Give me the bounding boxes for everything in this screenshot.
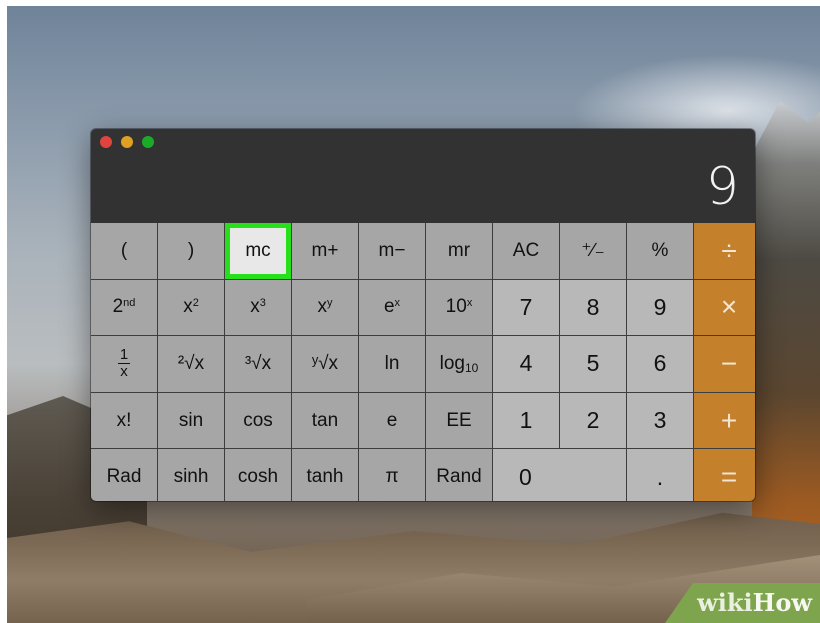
keypad: ( ) mc m+ m− mr AC ⁺∕₋ % ÷ 2nd x2 x3 xy … [91, 223, 755, 501]
key-plus-minus[interactable]: ⁺∕₋ [560, 223, 626, 279]
key-digit-7[interactable]: 7 [493, 279, 559, 336]
key-digit-2[interactable]: 2 [560, 392, 626, 449]
reciprocal-denominator: x [120, 363, 128, 381]
key-digit-6[interactable]: 6 [627, 336, 693, 392]
key-second-function[interactable]: 2nd [91, 279, 157, 336]
key-log10[interactable]: log 10 [426, 336, 492, 392]
key-rand[interactable]: Rand [426, 449, 492, 501]
key-x-cubed-base: x [250, 296, 260, 318]
zoom-button[interactable] [142, 136, 154, 148]
minimize-button[interactable] [121, 136, 133, 148]
key-x-cubed-sup: 3 [259, 297, 266, 310]
key-x-squared-base: x [183, 296, 193, 318]
key-ten-power-x-sup: x [466, 297, 473, 310]
key-x-cubed[interactable]: x3 [225, 279, 291, 336]
key-digit-5[interactable]: 5 [560, 336, 626, 392]
key-sinh[interactable]: sinh [158, 449, 224, 501]
key-e-power-x-sup: x [394, 297, 401, 310]
key-digit-9[interactable]: 9 [627, 279, 693, 336]
key-second-base: 2 [112, 296, 124, 318]
title-bar[interactable] [91, 129, 755, 155]
key-log-base: log [439, 352, 465, 374]
key-cosh[interactable]: cosh [225, 449, 291, 501]
watermark-part1: wiki [697, 588, 753, 617]
calculator-window: 9 ( ) mc m+ m− mr AC ⁺∕₋ % ÷ 2nd x2 x3 x… [91, 129, 755, 501]
key-x-power-y-sup: y [327, 297, 333, 310]
calculator-display: 9 [705, 157, 739, 217]
key-y-root[interactable]: ʸ√x [292, 336, 358, 392]
key-digit-0[interactable]: 0 [493, 449, 626, 501]
key-paren-close[interactable]: ) [158, 223, 224, 279]
key-equals[interactable]: = [694, 449, 755, 501]
key-square-root[interactable]: ²√x [158, 336, 224, 392]
key-paren-open[interactable]: ( [91, 223, 157, 279]
key-reciprocal[interactable]: 1 x [91, 336, 157, 392]
key-factorial[interactable]: x! [91, 392, 157, 449]
key-log-sub: 10 [465, 360, 479, 375]
watermark-part2: How [752, 588, 812, 617]
key-pi[interactable]: π [359, 449, 425, 501]
key-euler[interactable]: e [359, 392, 425, 449]
key-digit-1[interactable]: 1 [493, 392, 559, 449]
key-e-power-x-base: e [383, 296, 395, 318]
key-divide[interactable]: ÷ [694, 223, 755, 279]
key-ten-power-x[interactable]: 10 x [426, 279, 492, 336]
key-x-squared[interactable]: x2 [158, 279, 224, 336]
key-multiply[interactable]: × [694, 279, 755, 336]
key-tanh[interactable]: tanh [292, 449, 358, 501]
key-ten-power-x-base: 10 [445, 296, 467, 318]
key-rad[interactable]: Rad [91, 449, 157, 501]
reciprocal-numerator: 1 [117, 346, 131, 365]
key-digit-4[interactable]: 4 [493, 336, 559, 392]
key-memory-clear[interactable]: mc [225, 223, 291, 279]
key-minus[interactable]: − [694, 336, 755, 392]
key-sin[interactable]: sin [158, 392, 224, 449]
key-memory-subtract[interactable]: m− [359, 223, 425, 279]
key-natural-log[interactable]: ln [359, 336, 425, 392]
key-cos[interactable]: cos [225, 392, 291, 449]
key-digit-8[interactable]: 8 [560, 279, 626, 336]
key-percent[interactable]: % [627, 223, 693, 279]
key-plus[interactable]: + [694, 392, 755, 449]
key-all-clear[interactable]: AC [493, 223, 559, 279]
key-x-power-y-base: x [317, 296, 328, 318]
key-memory-add[interactable]: m+ [292, 223, 358, 279]
key-e-power-x[interactable]: ex [359, 279, 425, 336]
key-decimal[interactable]: . [627, 449, 693, 501]
key-x-power-y[interactable]: xy [292, 279, 358, 336]
key-tan[interactable]: tan [292, 392, 358, 449]
key-second-sup: nd [123, 297, 136, 310]
key-x-squared-sup: 2 [192, 297, 199, 310]
key-ee[interactable]: EE [426, 392, 492, 449]
key-memory-recall[interactable]: mr [426, 223, 492, 279]
close-button[interactable] [100, 136, 112, 148]
key-digit-3[interactable]: 3 [627, 392, 693, 449]
key-cube-root[interactable]: ³√x [225, 336, 291, 392]
reciprocal-fraction: 1 x [117, 346, 131, 381]
